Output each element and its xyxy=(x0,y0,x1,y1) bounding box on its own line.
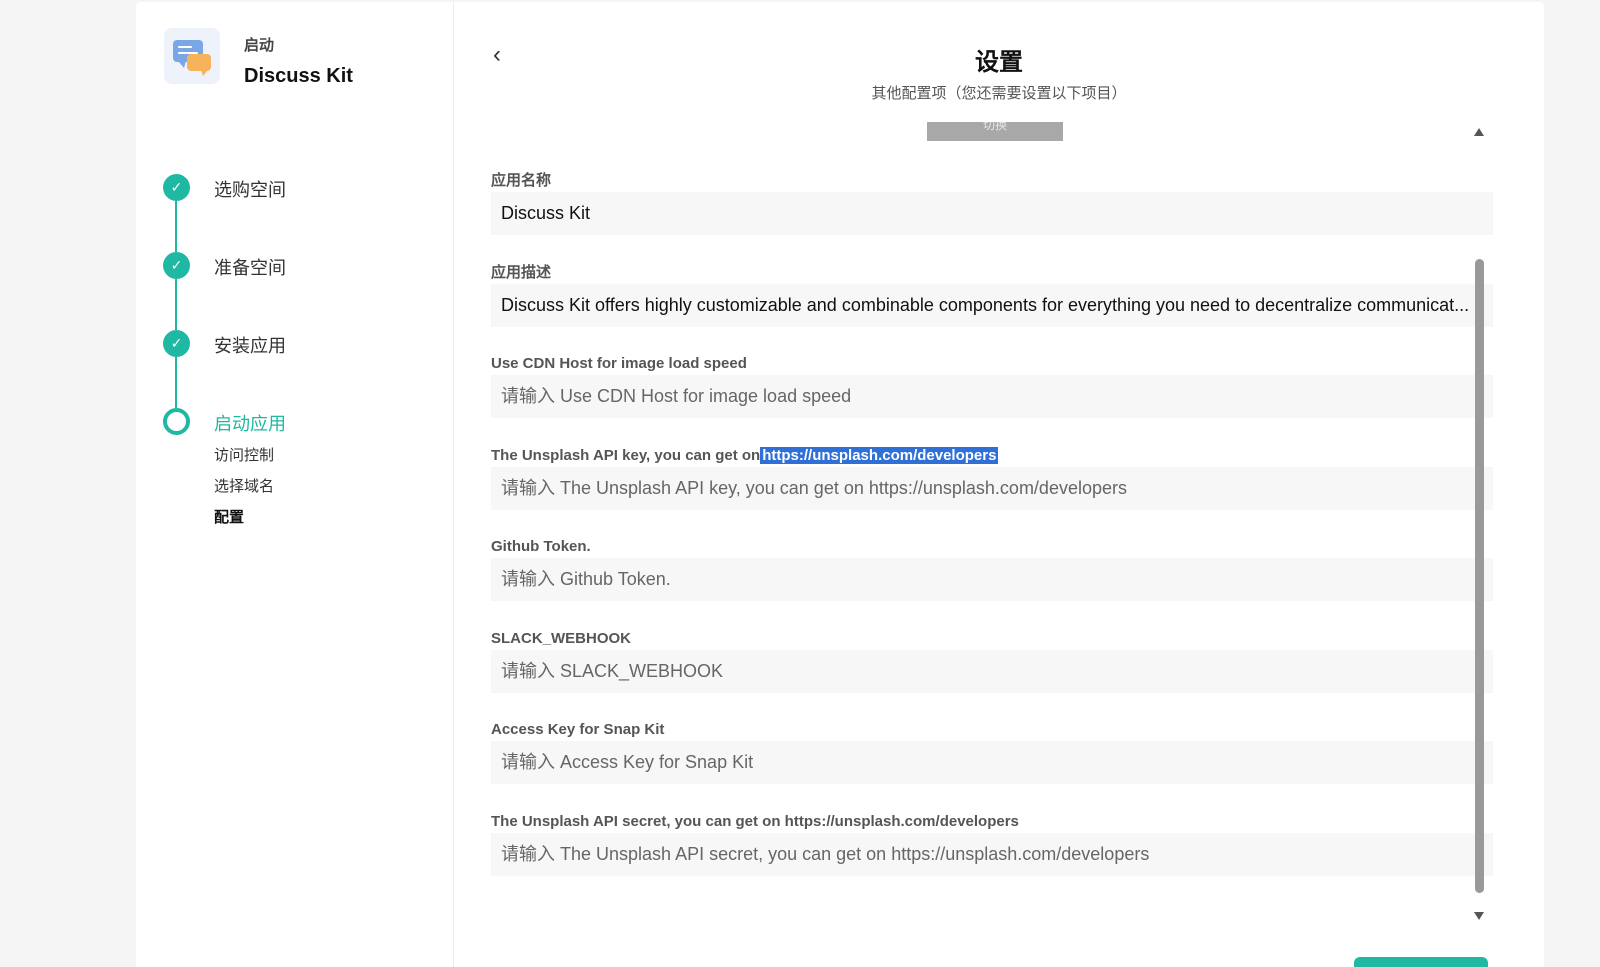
step-label: 准备空间 xyxy=(214,258,286,278)
step-connector xyxy=(175,279,177,330)
field-label: SLACK_WEBHOOK xyxy=(491,629,632,647)
step-connector xyxy=(175,357,177,408)
page-title: 设置 xyxy=(975,49,1023,76)
field-app-description: 应用描述 xyxy=(491,262,1493,354)
substep-list: 访问控制 选择域名 配置 xyxy=(214,444,274,537)
setup-card: 启动 Discuss Kit ✓ 选购空间 ✓ 准备空间 ✓ 安装应用 启动应用… xyxy=(136,2,1544,967)
field-slack-webhook: SLACK_WEBHOOK xyxy=(491,628,1493,720)
substep-access-control[interactable]: 访问控制 xyxy=(214,444,274,475)
step-label: 安装应用 xyxy=(214,336,286,356)
unsplash-secret-input[interactable] xyxy=(491,832,1493,876)
github-token-input[interactable] xyxy=(491,558,1493,601)
slack-webhook-input[interactable] xyxy=(491,649,1493,693)
substep-select-domain[interactable]: 选择域名 xyxy=(214,475,274,506)
field-label: The Unsplash API key, you can get on http… xyxy=(491,445,1493,466)
main-panel: ‹ 设置 其他配置项（您还需要设置以下项目） 切换 应用名称 应用描述 Use … xyxy=(454,2,1544,967)
field-label-text: The Unsplash API key, you can get on xyxy=(491,446,761,464)
app-kicker: 启动 xyxy=(244,37,275,54)
field-unsplash-key: The Unsplash API key, you can get on http… xyxy=(491,445,1493,537)
field-label: The Unsplash API secret, you can get on … xyxy=(491,812,1019,830)
switch-button[interactable]: 切换 xyxy=(927,122,1063,141)
field-github-token: Github Token. xyxy=(491,536,1493,628)
field-label: 应用名称 xyxy=(491,172,552,189)
field-label: Access Key for Snap Kit xyxy=(491,721,665,738)
field-cdn-host: Use CDN Host for image load speed xyxy=(491,353,1493,445)
next-button[interactable] xyxy=(1354,957,1488,967)
scroll-down-arrow-icon[interactable] xyxy=(1474,912,1484,920)
field-snap-kit-key: Access Key for Snap Kit xyxy=(491,719,1493,811)
unsplash-key-input[interactable] xyxy=(491,466,1493,510)
page-subtitle: 其他配置项（您还需要设置以下项目） xyxy=(871,85,1127,102)
app-header: 启动 Discuss Kit xyxy=(164,28,353,88)
field-label: Use CDN Host for image load speed xyxy=(491,355,747,372)
check-icon: ✓ xyxy=(163,252,190,279)
unsplash-developers-link[interactable]: https://unsplash.com/developers xyxy=(760,446,999,464)
field-label: Github Token. xyxy=(491,538,591,555)
config-form: 应用名称 应用描述 Use CDN Host for image load sp… xyxy=(491,170,1493,902)
snap-kit-key-input[interactable] xyxy=(491,741,1493,784)
discuss-kit-logo-icon xyxy=(164,28,220,84)
step-label: 选购空间 xyxy=(214,180,286,200)
cdn-host-input[interactable] xyxy=(491,375,1493,418)
app-name-input[interactable] xyxy=(491,192,1493,235)
field-label: 应用描述 xyxy=(491,263,552,281)
field-app-name: 应用名称 xyxy=(491,170,1493,262)
check-icon: ✓ xyxy=(163,174,190,201)
field-unsplash-secret: The Unsplash API secret, you can get on … xyxy=(491,811,1493,903)
app-name: Discuss Kit xyxy=(244,65,353,87)
scrollbar-thumb[interactable] xyxy=(1475,259,1484,893)
substep-config[interactable]: 配置 xyxy=(214,506,274,537)
current-step-ring-icon xyxy=(163,408,190,435)
scroll-up-arrow-icon[interactable] xyxy=(1474,128,1484,136)
scrollbar[interactable] xyxy=(1472,124,1486,924)
sidebar: 启动 Discuss Kit ✓ 选购空间 ✓ 准备空间 ✓ 安装应用 启动应用… xyxy=(136,2,454,967)
check-icon: ✓ xyxy=(163,330,190,357)
app-description-input[interactable] xyxy=(491,283,1493,327)
step-label: 启动应用 xyxy=(214,414,286,434)
step-connector xyxy=(175,201,177,252)
